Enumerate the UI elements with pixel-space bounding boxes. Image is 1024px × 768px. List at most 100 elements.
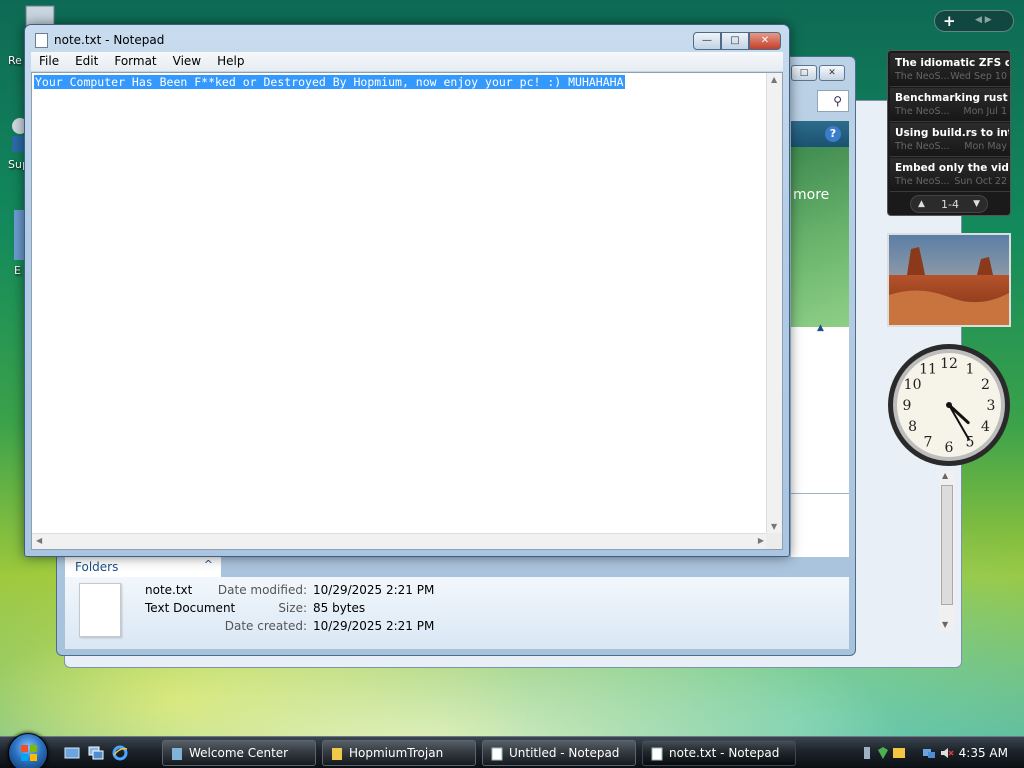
network-icon[interactable]: [922, 746, 936, 760]
details-file-name: note.txt: [145, 583, 193, 597]
taskbar-button-untitled-notepad[interactable]: Untitled - Notepad: [482, 740, 636, 766]
task-label: note.txt - Notepad: [669, 746, 780, 760]
menu-bar: File Edit Format View Help: [31, 52, 783, 71]
feed-title: Benchmarking rust c...: [895, 92, 1009, 104]
gadget-nav-arrows-icon[interactable]: ◀ ▶: [975, 15, 992, 25]
desktop-icon-recycle-bin-label[interactable]: Re: [8, 54, 22, 67]
menu-format[interactable]: Format: [106, 52, 164, 71]
notepad-icon[interactable]: [35, 33, 48, 48]
search-icon[interactable]: ⚲: [833, 94, 842, 108]
feed-headlines-gadget: The idiomatic ZFS on... The NeoS... Wed …: [887, 50, 1011, 216]
feed-title: Embed only the vide...: [895, 162, 1009, 174]
feed-source: The NeoS...: [895, 106, 950, 117]
feed-source: The NeoS...: [895, 71, 950, 82]
taskbar-button-hopmium-trojan[interactable]: HopmiumTrojan: [322, 740, 476, 766]
usb-icon[interactable]: [860, 746, 874, 760]
explorer-toolbar: ?: [791, 121, 849, 147]
internet-explorer-icon[interactable]: [112, 745, 128, 761]
notepad-title: note.txt - Notepad: [54, 33, 165, 47]
menu-help[interactable]: Help: [209, 52, 252, 71]
details-modified-value: 10/29/2025 2:21 PM: [313, 583, 435, 597]
feed-item[interactable]: The idiomatic ZFS on... The NeoS... Wed …: [890, 53, 1010, 87]
more-text: more: [793, 187, 830, 203]
windows-logo-icon: [21, 745, 37, 761]
feed-date: Mon May: [964, 141, 1007, 152]
folder-icon: [332, 748, 342, 760]
switch-windows-icon[interactable]: [88, 745, 104, 761]
horizontal-scrollbar[interactable]: ◀ ▶: [32, 533, 768, 549]
taskbar: Welcome Center HopmiumTrojan Untitled - …: [0, 733, 1024, 768]
recycle-bin-icon[interactable]: [22, 2, 58, 26]
feed-pager: ▲ 1-4 ▼: [910, 195, 988, 213]
menu-view[interactable]: View: [165, 52, 209, 71]
maximize-button[interactable]: □: [721, 32, 749, 50]
clock-numeral: 2: [981, 377, 990, 393]
explorer-maximize-button[interactable]: □: [791, 65, 817, 81]
scroll-left-icon[interactable]: ◀: [36, 536, 42, 545]
sidebar-controls: + ◀ ▶: [934, 10, 1014, 32]
slideshow-gadget[interactable]: [887, 233, 1011, 327]
collapse-chevron-icon[interactable]: ▲: [817, 323, 824, 333]
chevron-up-icon[interactable]: ^: [204, 558, 213, 571]
scroll-right-icon[interactable]: ▶: [758, 536, 764, 545]
explorer-search-box[interactable]: ⚲: [817, 90, 849, 112]
taskbar-clock[interactable]: 4:35 AM: [959, 746, 1008, 760]
vertical-scrollbar[interactable]: ▲ ▼: [766, 73, 782, 533]
details-size-label: Size:: [278, 601, 307, 615]
add-gadget-icon[interactable]: +: [943, 12, 956, 30]
start-button[interactable]: [8, 733, 48, 768]
clock-numeral: 6: [945, 440, 954, 456]
desktop-icon-e-label[interactable]: E: [14, 264, 21, 277]
scroll-up-icon[interactable]: ▲: [771, 75, 777, 84]
clock-numeral: 1: [966, 362, 975, 378]
feed-source: The NeoS...: [895, 141, 950, 152]
minimize-button[interactable]: —: [693, 32, 721, 50]
feed-date: Mon Jul 1: [963, 106, 1007, 117]
pager-prev-icon[interactable]: ▲: [918, 199, 925, 209]
feed-item[interactable]: Embed only the vide... The NeoS... Sun O…: [890, 158, 1010, 192]
task-label: Welcome Center: [189, 746, 289, 760]
folders-label: Folders: [75, 560, 119, 574]
scroll-up-icon[interactable]: ▲: [942, 471, 948, 480]
pager-next-icon[interactable]: ▼: [973, 199, 980, 209]
menu-edit[interactable]: Edit: [67, 52, 106, 71]
clock-numeral: 7: [924, 434, 933, 450]
clock-numeral: 9: [903, 398, 912, 414]
show-desktop-icon[interactable]: [64, 745, 80, 761]
clock-numeral: 10: [904, 377, 922, 393]
network-sharing-icon[interactable]: [892, 746, 906, 760]
notepad-icon: [491, 747, 503, 761]
security-center-icon[interactable]: [876, 746, 890, 760]
feed-title: Using build.rs to inte...: [895, 127, 1009, 139]
selected-text[interactable]: Your Computer Has Been F**ked or Destroy…: [34, 75, 625, 89]
explorer-back-scrollbar[interactable]: ▲ ▼: [939, 471, 955, 631]
taskbar-button-welcome-center[interactable]: Welcome Center: [162, 740, 316, 766]
scroll-down-icon[interactable]: ▼: [942, 620, 948, 629]
details-created-label: Date created:: [224, 619, 307, 633]
help-icon[interactable]: ?: [825, 126, 841, 142]
clock-gadget[interactable]: 1234567891011 12: [886, 342, 1012, 468]
folders-bar[interactable]: Folders ^: [65, 555, 221, 577]
details-created-value: 10/29/2025 2:21 PM: [313, 619, 435, 633]
task-label: Untitled - Notepad: [509, 746, 620, 760]
volume-muted-icon[interactable]: [940, 746, 954, 760]
scroll-thumb[interactable]: [941, 485, 953, 605]
feed-title: The idiomatic ZFS on...: [895, 57, 1009, 69]
menu-file[interactable]: File: [31, 52, 67, 71]
details-size-value: 85 bytes: [313, 601, 366, 615]
feed-item[interactable]: Using build.rs to inte... The NeoS... Mo…: [890, 123, 1010, 157]
feed-source: The NeoS...: [895, 176, 950, 187]
notepad-window: note.txt - Notepad — □ ✕ File Edit Forma…: [24, 24, 790, 557]
close-button[interactable]: ✕: [749, 32, 781, 50]
feed-date: Wed Sep 10: [950, 71, 1007, 82]
size-grip[interactable]: [766, 533, 782, 549]
window-controls: — □ ✕: [693, 32, 781, 50]
scroll-down-icon[interactable]: ▼: [771, 522, 777, 531]
clock-numeral: 3: [987, 398, 996, 414]
taskbar-button-note-notepad[interactable]: note.txt - Notepad: [642, 740, 796, 766]
text-file-icon: [79, 583, 121, 637]
e-icon[interactable]: [14, 210, 24, 260]
feed-item[interactable]: Benchmarking rust c... The NeoS... Mon J…: [890, 88, 1010, 122]
text-editor[interactable]: Your Computer Has Been F**ked or Destroy…: [31, 72, 783, 550]
explorer-close-button[interactable]: ✕: [819, 65, 845, 81]
